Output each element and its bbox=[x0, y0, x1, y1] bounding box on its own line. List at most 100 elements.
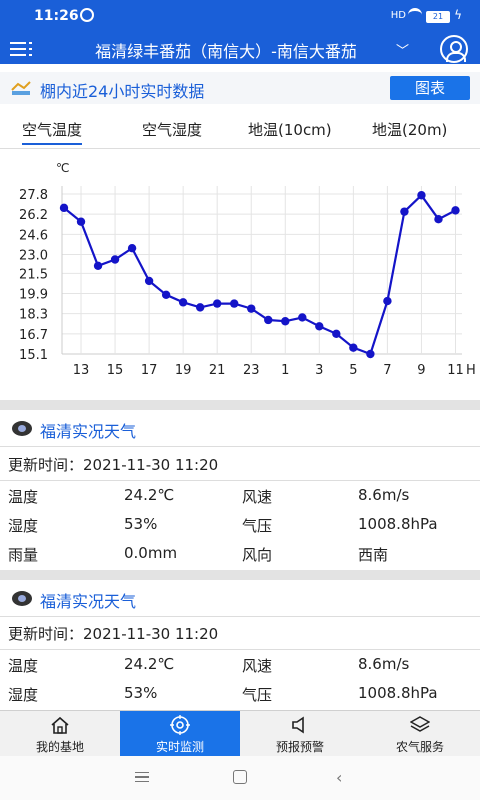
system-navigation: ‹ bbox=[0, 756, 480, 800]
humidity-value: 53% bbox=[124, 684, 158, 702]
layers-icon bbox=[410, 716, 430, 732]
data-point bbox=[451, 206, 460, 215]
nav-label: 农气服务 bbox=[395, 740, 444, 754]
data-point bbox=[264, 315, 273, 325]
menu-icon[interactable] bbox=[10, 40, 34, 58]
data-point bbox=[383, 296, 392, 306]
x-tick-label: 11 bbox=[447, 363, 464, 378]
x-tick-label: 21 bbox=[209, 363, 226, 378]
speaker-icon bbox=[292, 716, 304, 734]
tab-air-humidity[interactable]: 空气湿度 bbox=[142, 119, 202, 140]
data-point bbox=[76, 217, 86, 226]
weather-card-title: 福清实况天气 bbox=[40, 592, 137, 611]
wind-speed-label: 风速 bbox=[242, 657, 273, 675]
battery-icon: 21 bbox=[426, 11, 450, 23]
nav-label: 实时监测 bbox=[155, 740, 204, 754]
temperature-value: 24.2℃ bbox=[124, 486, 175, 504]
data-point bbox=[400, 207, 409, 216]
home-icon bbox=[51, 716, 69, 734]
weather-divider bbox=[0, 480, 480, 481]
target-icon bbox=[170, 715, 190, 735]
chevron-down-icon[interactable]: ﹀ bbox=[396, 40, 409, 59]
data-point bbox=[247, 304, 256, 313]
home-button-icon[interactable] bbox=[233, 770, 247, 784]
sensor-tabs: 空气温度 空气湿度 地温(10cm) 地温(20m) bbox=[0, 115, 480, 147]
app-header: 福清绿丰番茄（南信大）-南信大番茄 ﹀ bbox=[0, 34, 480, 64]
section-title: 棚内近24小时实时数据 bbox=[40, 82, 205, 101]
section-separator bbox=[0, 570, 480, 580]
pressure-value: 1008.8hPa bbox=[358, 684, 438, 702]
data-point bbox=[298, 313, 307, 322]
weather-card-title: 福清实况天气 bbox=[40, 422, 137, 441]
tab-air-temperature[interactable]: 空气温度 bbox=[22, 119, 83, 145]
y-tick-label: 24.6 bbox=[19, 228, 48, 243]
update-time: 更新时间：2021-11-30 11:20 bbox=[8, 454, 218, 475]
data-point bbox=[195, 303, 205, 312]
chart-button[interactable]: 图表 bbox=[390, 76, 470, 100]
temperature-series-line bbox=[63, 193, 457, 356]
back-icon[interactable]: ‹ bbox=[336, 768, 342, 787]
data-point bbox=[93, 261, 103, 271]
tab-soil-temp-20m[interactable]: 地温(20m) bbox=[372, 119, 447, 140]
y-tick-label: 26.2 bbox=[19, 208, 48, 223]
nav-realtime-monitor[interactable]: 实时监测 bbox=[120, 711, 240, 757]
status-bar: 11:26 HD 21 ϟ bbox=[0, 0, 480, 34]
weather-divider bbox=[0, 446, 480, 447]
weather-row: 温度 24.2℃ 风速 8.6m/s bbox=[0, 651, 480, 679]
nav-label: 预报预警 bbox=[275, 740, 324, 754]
humidity-value: 53% bbox=[124, 515, 158, 533]
data-point bbox=[349, 343, 358, 352]
temperature-label: 温度 bbox=[8, 488, 39, 506]
wind-speed-value: 8.6m/s bbox=[358, 655, 410, 673]
x-tick-label: 5 bbox=[349, 363, 357, 378]
humidity-label: 湿度 bbox=[8, 686, 39, 704]
wind-speed-label: 风速 bbox=[242, 488, 273, 506]
data-point bbox=[281, 317, 290, 326]
data-point bbox=[332, 329, 341, 339]
y-tick-label: 15.1 bbox=[19, 348, 48, 363]
camera-eye-icon bbox=[12, 591, 32, 606]
humidity-label: 湿度 bbox=[8, 517, 39, 535]
update-time-value: 2021-11-30 11:20 bbox=[83, 625, 219, 643]
alarm-icon bbox=[80, 8, 94, 22]
x-tick-label: 15 bbox=[107, 363, 124, 378]
tab-soil-temp-10cm[interactable]: 地温(10cm) bbox=[248, 119, 332, 140]
user-icon[interactable] bbox=[440, 35, 468, 63]
weather-divider bbox=[0, 616, 480, 617]
nav-forecast-warning[interactable]: 预报预警 bbox=[240, 711, 360, 757]
weather-row: 温度 24.2℃ 风速 8.6m/s bbox=[0, 482, 480, 510]
wind-direction-label: 风向 bbox=[242, 546, 273, 564]
nav-agro-weather[interactable]: 农气服务 bbox=[360, 711, 480, 757]
farm-selector-title[interactable]: 福清绿丰番茄（南信大）-南信大番茄 bbox=[44, 38, 408, 62]
weather-row: 湿度 53% 气压 1008.8hPa bbox=[0, 511, 480, 539]
weather-row: 湿度 53% 气压 1008.8hPa bbox=[0, 680, 480, 708]
pressure-value: 1008.8hPa bbox=[358, 515, 438, 533]
wifi-icon bbox=[408, 8, 422, 22]
temperature-label: 温度 bbox=[8, 657, 39, 675]
weather-card-header: 福清实况天气 bbox=[0, 582, 480, 616]
x-axis-unit: H bbox=[466, 363, 476, 378]
data-point bbox=[161, 290, 171, 299]
bottom-navigation: 我的基地 实时监测 预报预警 农气服务 bbox=[0, 710, 480, 757]
greenhouse-icon bbox=[11, 81, 31, 95]
nav-my-base[interactable]: 我的基地 bbox=[0, 711, 120, 757]
weather-row: 雨量 0.0mm 风向 西南 bbox=[0, 540, 480, 568]
rainfall-label: 雨量 bbox=[8, 546, 39, 564]
signal-icon: HD bbox=[390, 10, 406, 21]
y-tick-label: 27.8 bbox=[19, 188, 48, 203]
data-point bbox=[230, 299, 239, 308]
update-time-value: 2021-11-30 11:20 bbox=[83, 456, 219, 474]
recent-apps-icon[interactable] bbox=[135, 772, 149, 782]
x-tick-label: 23 bbox=[243, 363, 260, 378]
weather-divider bbox=[0, 649, 480, 650]
data-point bbox=[144, 276, 154, 286]
x-tick-label: 13 bbox=[73, 363, 90, 378]
temperature-chart: ℃ 27.8 26.2 24.6 23.0 21.5 19.9 18.3 16.7 15.1 13 1… bbox=[0, 150, 480, 390]
update-time-label: 更新时间： bbox=[8, 456, 84, 474]
tabs-divider bbox=[0, 148, 480, 149]
data-point bbox=[212, 299, 222, 308]
rainfall-value: 0.0mm bbox=[124, 544, 178, 562]
x-tick-label: 3 bbox=[315, 363, 323, 378]
pressure-label: 气压 bbox=[242, 517, 273, 535]
status-time: 11:26 bbox=[34, 8, 79, 24]
